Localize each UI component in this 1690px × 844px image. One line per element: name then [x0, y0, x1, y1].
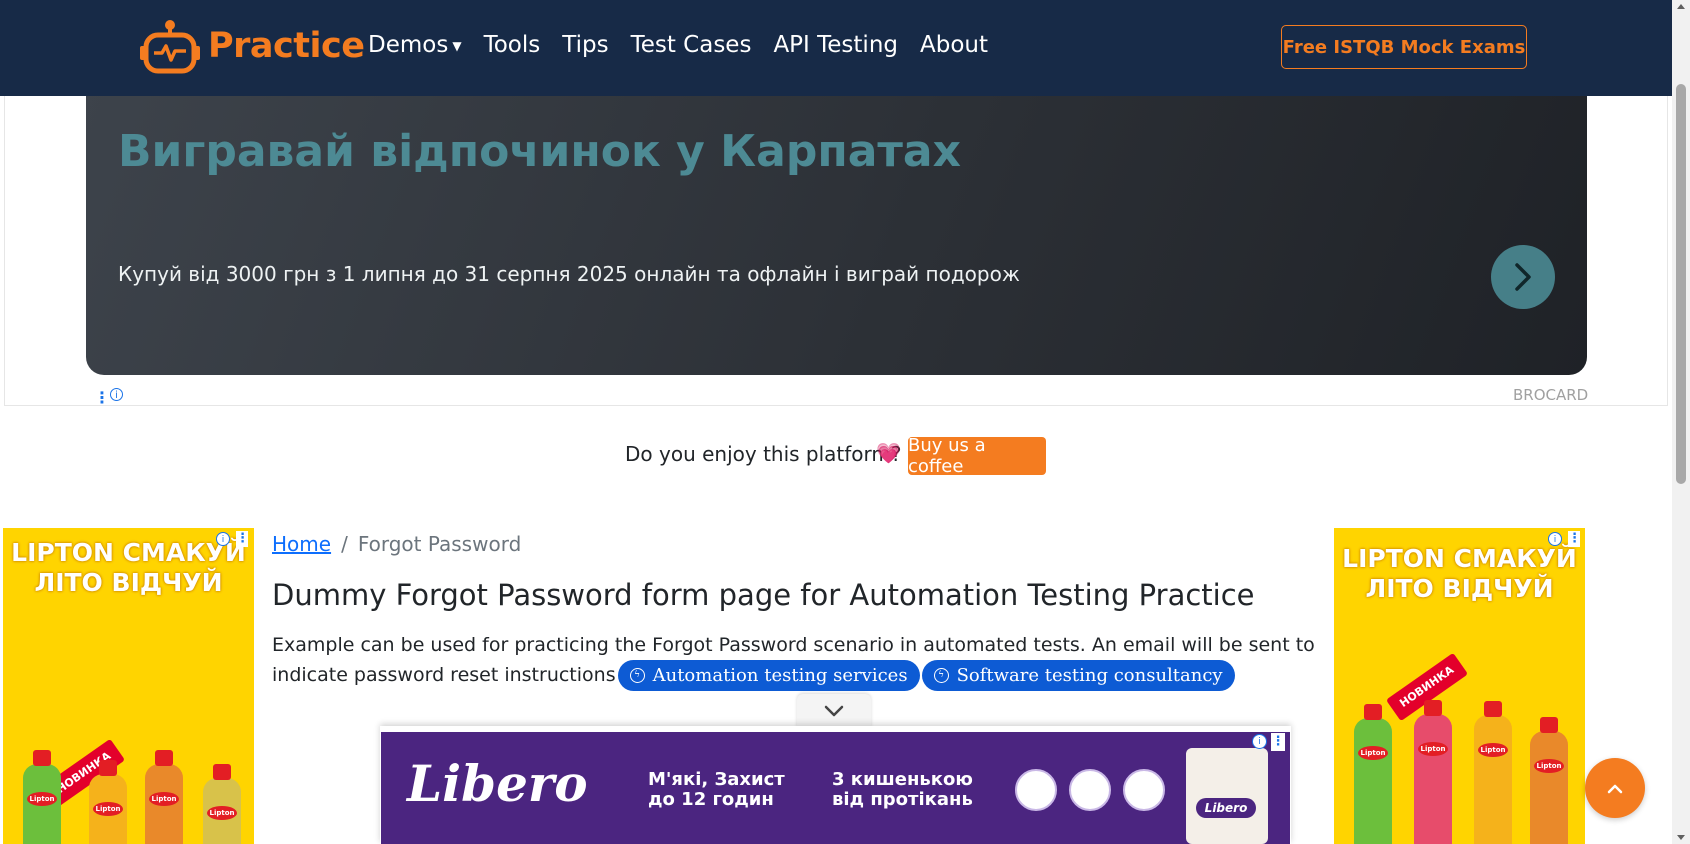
- nav-about[interactable]: About: [920, 32, 988, 58]
- bottle-image: Lipton: [1530, 717, 1568, 844]
- banner-text-line: М'які, Захист: [648, 769, 785, 790]
- side-ad-headline: LIPTON СМАКУЙ ЛІТО ВІДЧУЙ: [3, 538, 254, 598]
- brand-name[interactable]: Practice: [208, 26, 365, 66]
- ad-info-icon[interactable]: i: [216, 532, 230, 546]
- scroll-down-arrow-icon[interactable]: [1677, 835, 1685, 840]
- caret-down-icon: ▼: [452, 38, 462, 53]
- page-title: Dummy Forgot Password form page for Auto…: [272, 578, 1255, 612]
- right-side-ad[interactable]: LIPTON СМАКУЙ ЛІТО ВІДЧУЙ i ⋮ НОВИНКА Li…: [1334, 528, 1585, 844]
- bottle-image: Lipton: [1474, 701, 1512, 844]
- libero-logo: Libero: [407, 754, 588, 813]
- nav-test-cases[interactable]: Test Cases: [631, 32, 752, 58]
- bolt-icon: ϟ: [933, 668, 949, 683]
- ad-advertiser: BROCARD: [1513, 386, 1589, 404]
- enjoy-platform-text: Do you enjoy this platform?: [625, 442, 902, 466]
- breadcrumb-home-link[interactable]: Home: [272, 532, 331, 556]
- nav-tips[interactable]: Tips: [562, 32, 608, 58]
- breadcrumb-current: Forgot Password: [357, 532, 522, 556]
- nav-demos-label: Demos: [368, 32, 449, 58]
- banner-text-line: до 12 годин: [648, 789, 774, 810]
- ad-options-icon[interactable]: ⋮: [94, 388, 110, 407]
- robot-logo-icon[interactable]: [140, 18, 200, 76]
- breadcrumb: Home / Forgot Password: [272, 532, 521, 556]
- banner-text-line: від протікань: [832, 789, 973, 810]
- navbar: Practice Demos ▼ Tools Tips Test Cases AP…: [0, 0, 1672, 96]
- ad-options-icon[interactable]: ⋮: [236, 531, 249, 547]
- banner-text-line: 3 кишенькою: [832, 769, 973, 790]
- chevron-up-icon: [1607, 784, 1623, 794]
- feature-icon: [1069, 769, 1111, 811]
- pack-logo: Libero: [1196, 798, 1256, 818]
- nav-api-testing[interactable]: API Testing: [773, 32, 898, 58]
- ad-info-icon[interactable]: i: [1252, 734, 1267, 749]
- ad-options-icon[interactable]: ⋮: [1271, 733, 1285, 751]
- diaper-pack-image: Libero: [1186, 748, 1268, 844]
- ad-options-icon[interactable]: ⋮: [1568, 531, 1581, 547]
- top-ad-title: Вигравай відпочинок у Карпатах: [118, 126, 961, 177]
- chevron-down-icon: [824, 705, 844, 717]
- side-ad-line2: ЛІТО ВІДЧУЙ: [1365, 574, 1554, 603]
- side-ad-line1: LIPTON СМАКУЙ: [1342, 544, 1577, 573]
- buy-coffee-button[interactable]: Buy us a coffee: [908, 435, 1046, 477]
- pill-label: Automation testing services: [652, 664, 908, 686]
- heart-icon: 💗: [876, 441, 901, 465]
- bottle-image: Lipton: [145, 750, 183, 844]
- nav-demos[interactable]: Demos ▼: [368, 32, 462, 58]
- page-description: Example can be used for practicing the F…: [272, 630, 1322, 691]
- chevron-right-icon: [1515, 263, 1531, 291]
- bottle-image: Lipton: [1414, 700, 1452, 844]
- left-side-ad[interactable]: LIPTON СМАКУЙ ЛІТО ВІДЧУЙ i ⋮ НОВИНКА Li…: [3, 528, 254, 844]
- top-ad-text: Купуй від 3000 грн з 1 липня до 31 серпн…: [118, 262, 1020, 286]
- scrollbar-thumb[interactable]: [1676, 84, 1686, 484]
- scroll-up-arrow-icon[interactable]: [1677, 4, 1685, 9]
- nav-tools[interactable]: Tools: [484, 32, 541, 58]
- bolt-icon: ϟ: [629, 668, 645, 683]
- software-testing-consultancy-link[interactable]: ϟ Software testing consultancy: [921, 660, 1235, 691]
- istqb-mock-exams-button[interactable]: Free ISTQB Mock Exams: [1281, 25, 1527, 69]
- bottle-image: Lipton: [89, 760, 127, 844]
- libero-ad-banner[interactable]: Libero М'які, Захист до 12 годин 3 кишен…: [381, 732, 1290, 844]
- ad-info-icon[interactable]: i: [1548, 532, 1562, 546]
- automation-testing-services-link[interactable]: ϟ Automation testing services: [617, 660, 920, 691]
- top-ad-next-button[interactable]: [1491, 245, 1555, 309]
- bottle-image: Lipton: [1354, 704, 1392, 844]
- bottle-image: Lipton: [23, 750, 61, 844]
- banner-text-softness: М'які, Захист до 12 годин: [648, 770, 785, 810]
- side-ad-line2: ЛІТО ВІДЧУЙ: [34, 568, 223, 597]
- ad-info-icon[interactable]: i: [110, 388, 123, 401]
- pill-label: Software testing consultancy: [956, 664, 1223, 686]
- feature-icon: [1015, 769, 1057, 811]
- scroll-to-top-button[interactable]: [1585, 758, 1645, 818]
- top-ad-banner[interactable]: Вигравай відпочинок у Карпатах Купуй від…: [86, 80, 1587, 375]
- bottle-image: Lipton: [203, 764, 241, 844]
- side-ad-headline: LIPTON СМАКУЙ ЛІТО ВІДЧУЙ: [1334, 544, 1585, 604]
- page-scrollbar[interactable]: [1672, 0, 1690, 844]
- nav-links: Demos ▼ Tools Tips Test Cases API Testing…: [368, 32, 1010, 58]
- collapse-ad-button[interactable]: [797, 694, 871, 728]
- feature-icon: [1123, 769, 1165, 811]
- breadcrumb-separator: /: [341, 532, 348, 556]
- banner-text-pocket: 3 кишенькою від протікань: [832, 770, 973, 810]
